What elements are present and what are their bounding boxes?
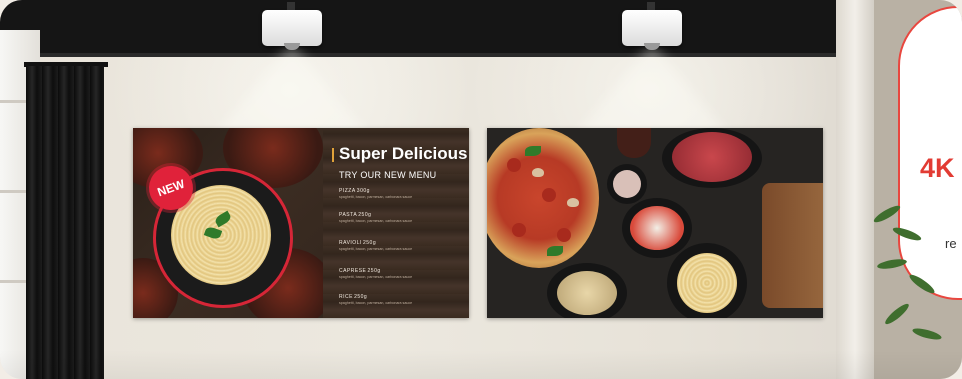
bruschetta-board [762,183,823,308]
wall-pillar [836,0,874,379]
caprese [630,206,684,250]
plant-leaf [911,326,943,342]
menu-item: RAVIOLI 250g spaghetti, bacon, parmesan,… [339,240,412,251]
projected-menu-board: NEW Super Delicious TRY OUR NEW MENU PIZ… [133,128,469,318]
menu-item-price: 300g [356,188,370,194]
pepperoni [512,223,526,237]
pepperoni [557,228,571,242]
mushroom [532,168,544,177]
pink-salt [613,170,641,198]
carpaccio [672,132,752,182]
projector-left [262,10,322,50]
ravioli-plate [547,263,627,318]
spaghetti-plate [667,243,747,318]
menu-subtitle: TRY OUR NEW MENU [339,170,437,180]
projector-right [622,10,682,50]
promo-title: 4K [920,153,955,183]
wine-glass [617,128,651,158]
menu-item-desc: spaghetti, bacon, parmesan, carbonara sa… [339,275,413,279]
menu-item-name: PASTA [339,212,358,218]
projected-food-image [487,128,823,318]
plant-leaf [882,301,912,327]
menu-item-name: PIZZA [339,188,356,194]
menu-item-desc: spaghetti, bacon, parmesan, carbonara sa… [339,247,413,251]
title-accent [332,148,334,162]
floor [0,350,962,379]
menu-item-desc: spaghetti, bacon, parmesan, carbonara sa… [339,219,413,223]
pepperoni [542,188,556,202]
plant-leaf [872,203,902,225]
menu-item-price: 250g [367,268,381,274]
plant-leaf [891,225,923,243]
pepperoni [507,158,521,172]
salt-bowl [607,164,647,204]
ravioli [557,271,617,315]
caprese-plate [622,198,692,258]
menu-item: CAPRESE 250g spaghetti, bacon, parmesan,… [339,268,412,279]
menu-item: PIZZA 300g spaghetti, bacon, parmesan, c… [339,188,412,199]
menu-item-desc: spaghetti, bacon, parmesan, carbonara sa… [339,195,413,199]
menu-item-desc: spaghetti, bacon, parmesan, carbonara sa… [339,301,413,305]
menu-item: RICE 250g spaghetti, bacon, parmesan, ca… [339,294,412,305]
menu-item: PASTA 250g spaghetti, bacon, parmesan, c… [339,212,412,223]
menu-item-name: RICE [339,294,353,300]
showroom-scene: NEW Super Delicious TRY OUR NEW MENU PIZ… [0,0,962,379]
basil-leaf [547,246,563,256]
menu-title: Super Delicious [339,144,468,163]
spaghetti [677,253,737,313]
mushroom [567,198,579,207]
menu-item-name: CAPRESE [339,268,367,274]
menu-item-name: RAVIOLI [339,240,362,246]
basil-leaf [525,146,541,156]
plant-leaf [876,257,908,271]
menu-item-price: 250g [354,294,368,300]
plant-leaf [907,272,937,296]
black-curtain [26,66,104,379]
carpaccio-plate [662,128,762,188]
menu-item-price: 250g [362,240,377,246]
menu-item-price: 250g [358,212,372,218]
